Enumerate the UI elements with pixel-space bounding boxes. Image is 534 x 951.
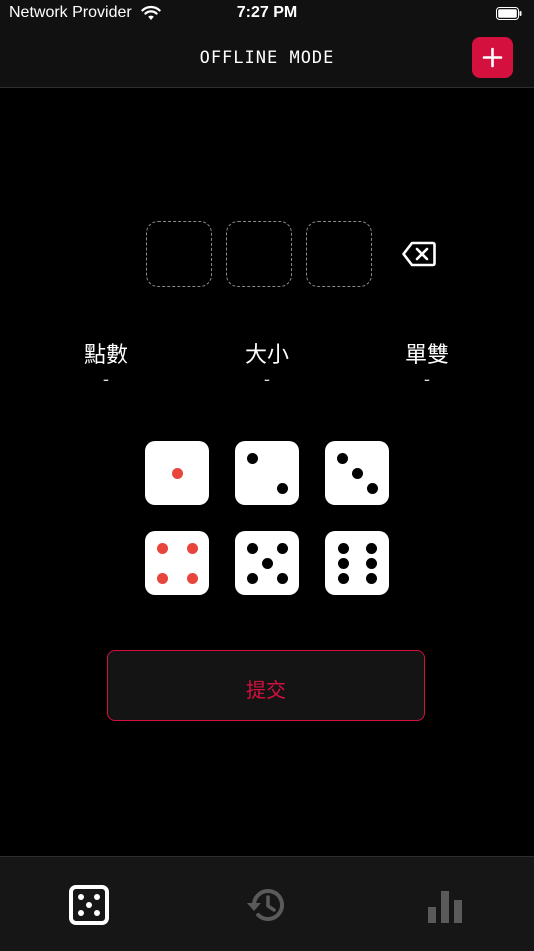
plus-icon — [482, 47, 503, 68]
size-value: - — [263, 370, 271, 390]
die-pip — [336, 452, 348, 464]
die-pip — [365, 557, 377, 569]
tab-statistics[interactable] — [423, 883, 467, 927]
die-pip — [261, 557, 273, 569]
battery-icon — [496, 7, 522, 20]
die-face-2[interactable] — [235, 441, 299, 505]
backspace-icon[interactable] — [402, 241, 436, 267]
die-face-1[interactable] — [145, 441, 209, 505]
points-value: - — [102, 370, 110, 390]
die-pip — [337, 557, 349, 569]
die-pip — [186, 542, 198, 554]
page-title: OFFLINE MODE — [199, 48, 335, 68]
navigation-header: OFFLINE MODE — [0, 28, 534, 88]
tab-history[interactable] — [245, 883, 289, 927]
die-pip — [276, 482, 288, 494]
die-pip — [276, 542, 288, 554]
status-bar: Network Provider 7:27 PM — [0, 0, 534, 28]
dice-slot-3[interactable] — [306, 221, 372, 287]
die-pip — [156, 572, 168, 584]
parity-label: 單雙 — [404, 343, 449, 368]
die-pip — [246, 572, 258, 584]
dice-icon — [69, 885, 109, 925]
die-pip — [246, 452, 258, 464]
die-pip — [156, 542, 168, 554]
die-pip — [276, 572, 288, 584]
clock: 7:27 PM — [236, 4, 298, 21]
size-label: 大小 — [244, 343, 289, 368]
tab-bar — [0, 856, 534, 951]
die-pip — [351, 467, 363, 479]
die-pip — [366, 482, 378, 494]
die-face-3[interactable] — [325, 441, 389, 505]
submit-label: 提交 — [246, 678, 286, 702]
die-pip — [186, 572, 198, 584]
die-pip — [365, 572, 377, 584]
die-pip — [337, 572, 349, 584]
parity-value: - — [423, 370, 431, 390]
die-pip — [337, 542, 349, 554]
bar-chart-icon — [428, 891, 462, 923]
die-face-5[interactable] — [235, 531, 299, 595]
die-face-6[interactable] — [325, 531, 389, 595]
add-button[interactable] — [472, 37, 513, 78]
die-pip — [365, 542, 377, 554]
die-pip — [246, 542, 258, 554]
submit-button[interactable]: 提交 — [107, 650, 425, 721]
dice-slot-1[interactable] — [146, 221, 212, 287]
dice-slot-2[interactable] — [226, 221, 292, 287]
die-pip — [171, 467, 183, 479]
tab-dice[interactable] — [67, 883, 111, 927]
die-face-4[interactable] — [145, 531, 209, 595]
history-icon — [247, 889, 284, 921]
points-label: 點數 — [83, 343, 128, 368]
